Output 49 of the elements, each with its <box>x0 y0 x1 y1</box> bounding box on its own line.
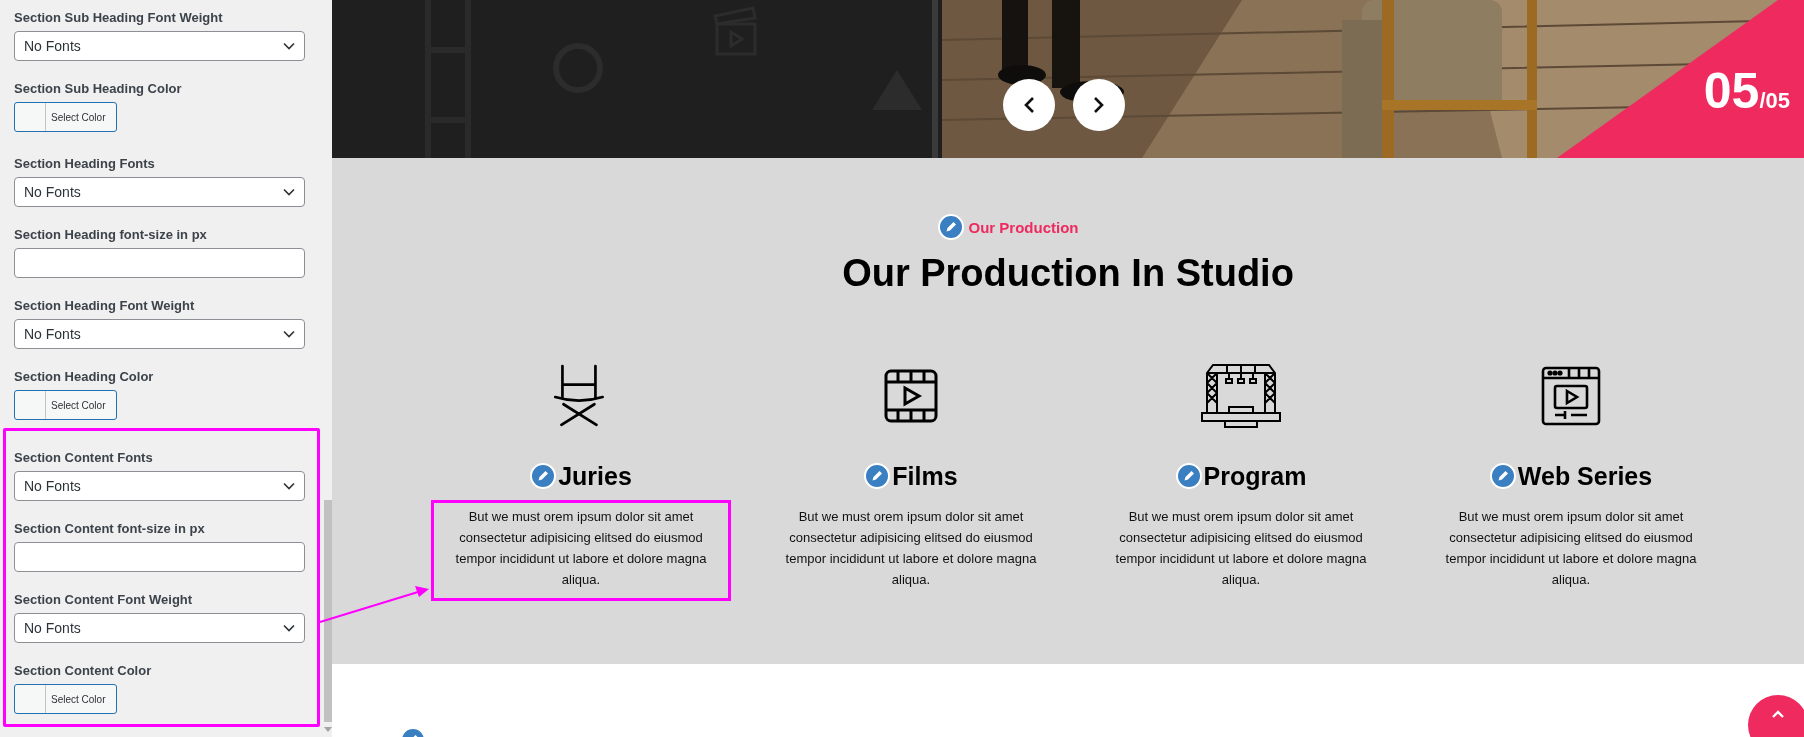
field-label: Section Content font-size in px <box>14 520 205 538</box>
chevron-icon <box>283 330 295 338</box>
stage-icon <box>1201 361 1281 431</box>
chevron-icon <box>283 482 295 490</box>
service-description: But we must orem ipsum dolor sit amet consectetur adipisicing elitsed do eiusmod tempor incididunt ut labore et dolore magna aliqua. <box>1114 508 1368 589</box>
service-description: But we must orem ipsum dolor sit amet consectetur adipisicing elitsed do eiusmod tempor incididunt ut labore et dolore magna aliqua. <box>784 508 1038 589</box>
scrollbar-thumb[interactable] <box>324 500 332 722</box>
service-title: Program <box>1203 461 1307 492</box>
select-color-button[interactable]: Select Color <box>14 102 117 132</box>
chevron-icon <box>283 42 295 50</box>
font-select[interactable]: No Fonts <box>14 613 305 643</box>
field-label: Section Heading Font Weight <box>14 297 195 315</box>
edit-icon[interactable] <box>1175 463 1202 489</box>
video-window-icon <box>1541 366 1601 426</box>
service-title: Web Series <box>1517 461 1653 492</box>
field-label: Section Content Color <box>14 662 152 680</box>
film-play-icon <box>883 368 939 424</box>
chevron-right-icon <box>1093 96 1105 114</box>
section-subtitle: Our Production <box>968 218 1079 236</box>
service-title: Films <box>892 461 958 492</box>
edit-icon[interactable] <box>937 214 964 240</box>
field-label: Section Sub Heading Font Weight <box>14 9 223 27</box>
chevron-icon <box>283 624 295 632</box>
select-color-button[interactable]: Select Color <box>14 684 117 714</box>
field-label: Section Content Fonts <box>14 449 153 467</box>
edit-icon[interactable] <box>1489 463 1516 489</box>
font-select[interactable]: No Fonts <box>14 319 305 349</box>
chevron-icon <box>283 188 295 196</box>
slide-counter: 05/05 <box>1703 66 1790 116</box>
field-label: Section Content Font Weight <box>14 591 193 609</box>
size-input[interactable] <box>14 248 305 278</box>
chevron-up-icon <box>1771 709 1785 719</box>
size-input[interactable] <box>14 542 305 572</box>
service-description: But we must orem ipsum dolor sit amet consectetur adipisicing elitsed do eiusmod tempor incididunt ut labore et dolore magna aliqua. <box>431 500 731 601</box>
section-heading: Our Production In Studio <box>842 251 1294 296</box>
edit-icon[interactable] <box>530 463 557 489</box>
field-label: Section Heading Fonts <box>14 155 155 173</box>
scroll-down-icon[interactable] <box>324 727 332 732</box>
select-color-button[interactable]: Select Color <box>14 390 117 420</box>
service-description: But we must orem ipsum dolor sit amet consectetur adipisicing elitsed do eiusmod tempor incididunt ut labore et dolore magna aliqua. <box>1444 508 1698 589</box>
chevron-left-icon <box>1023 96 1035 114</box>
font-select[interactable]: No Fonts <box>14 177 305 207</box>
edit-icon[interactable] <box>864 463 891 489</box>
field-label: Section Heading Color <box>14 368 154 386</box>
font-select[interactable]: No Fonts <box>14 471 305 501</box>
font-select[interactable]: No Fonts <box>14 31 305 61</box>
field-label: Section Heading font-size in px <box>14 226 207 244</box>
field-label: Section Sub Heading Color <box>14 80 182 98</box>
service-title: Juries <box>558 461 632 492</box>
